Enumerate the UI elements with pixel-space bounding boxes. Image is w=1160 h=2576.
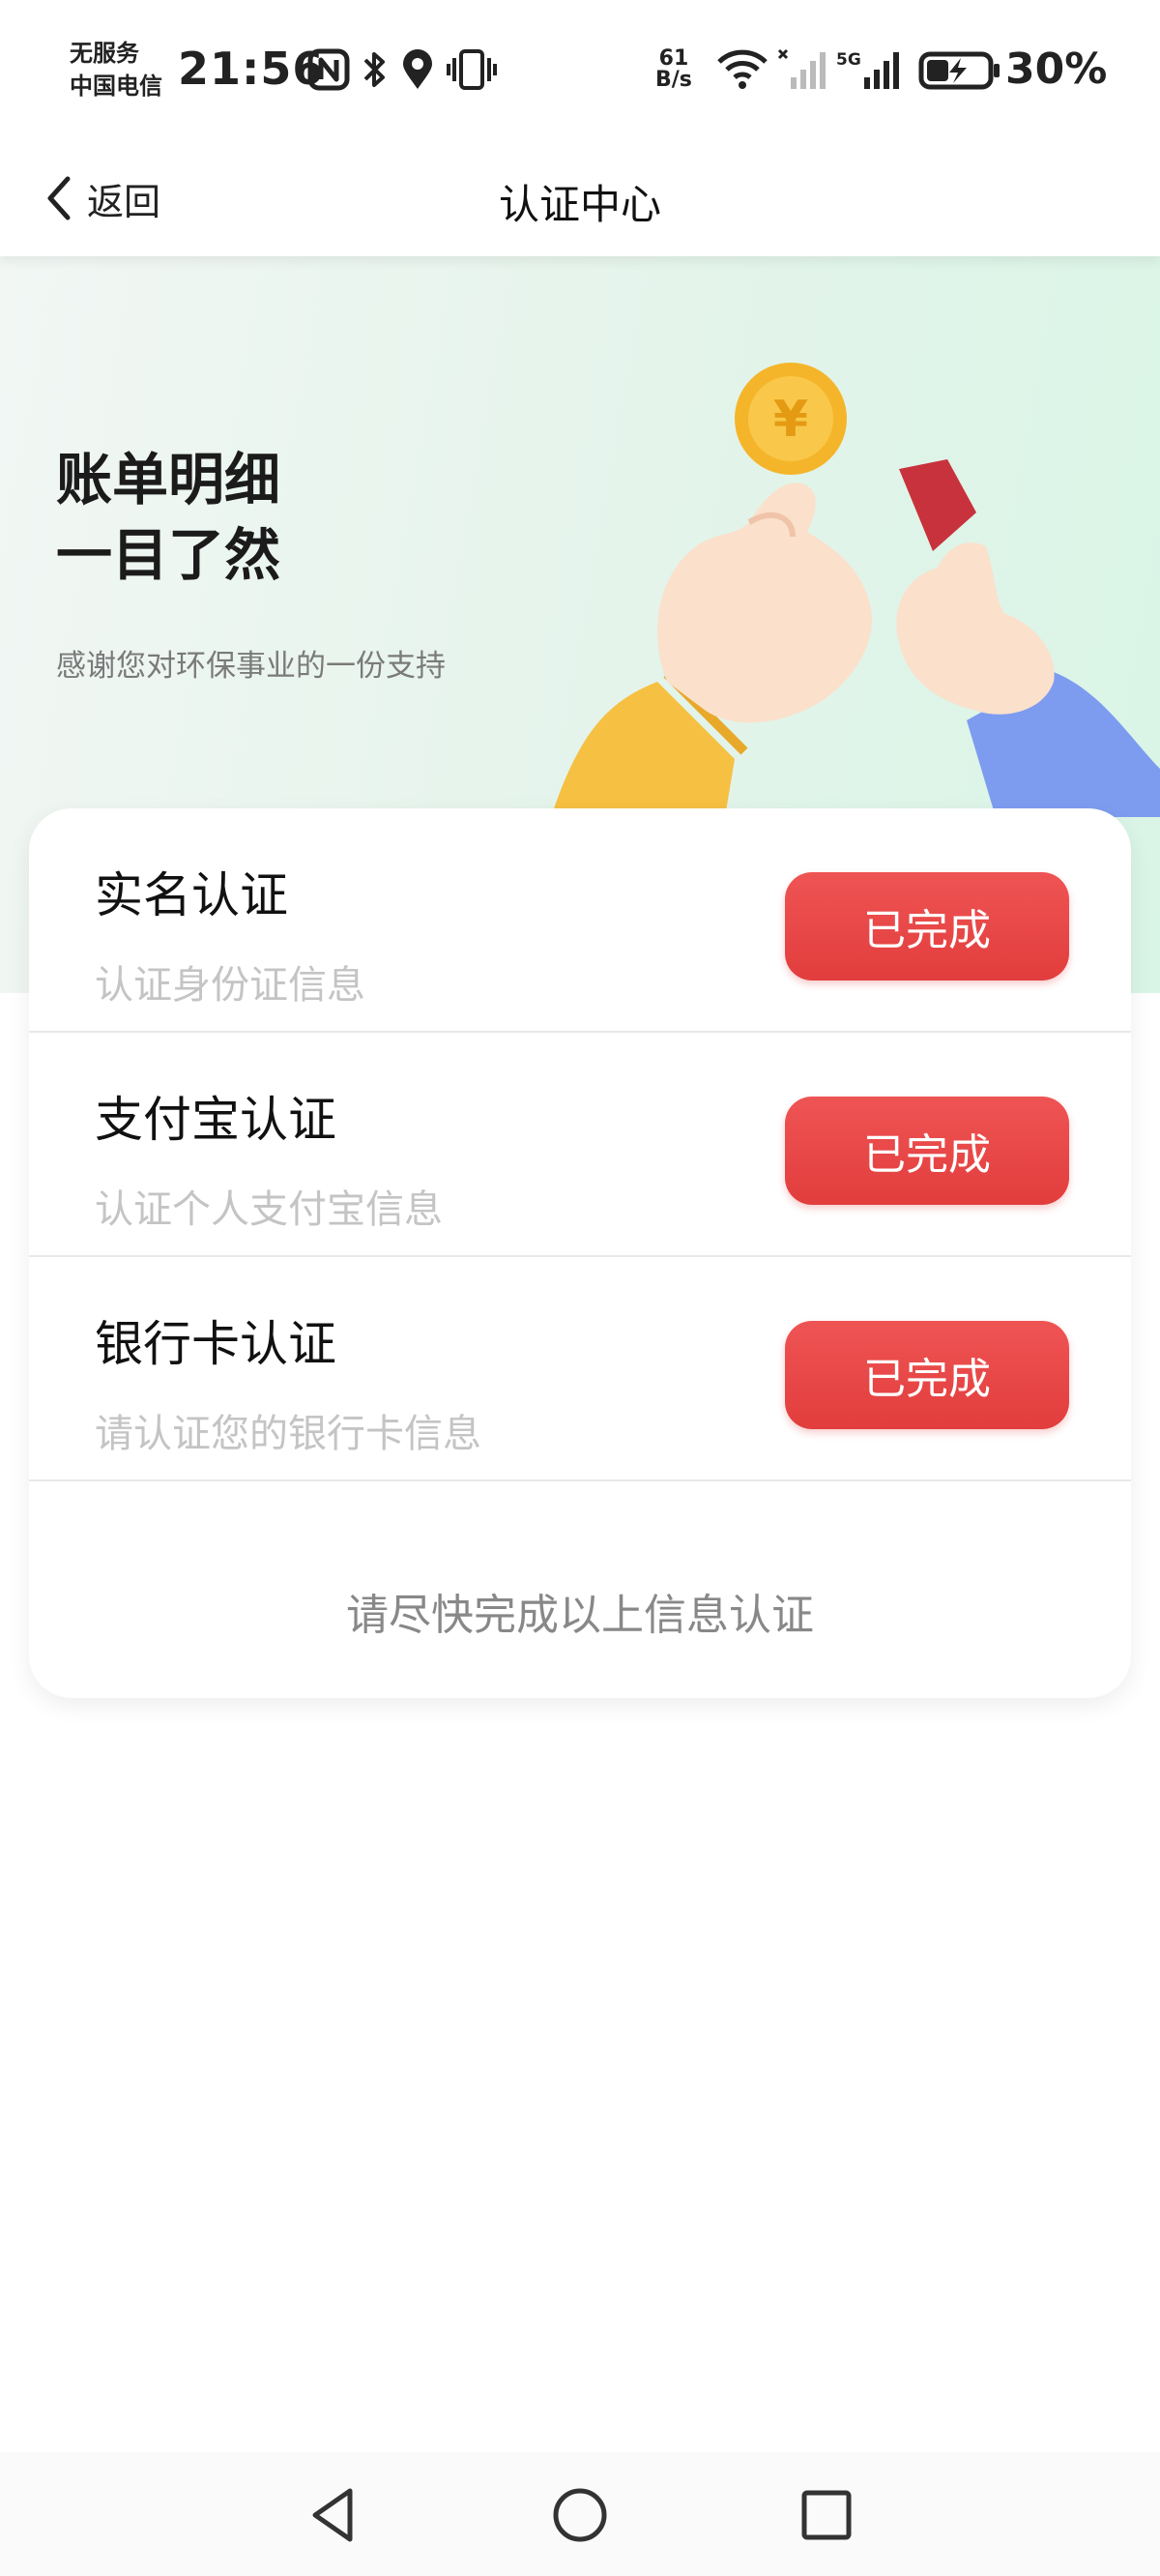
real-name-status-button[interactable]: 已完成 xyxy=(785,872,1069,981)
left-hand xyxy=(657,483,872,723)
nav-recents-icon[interactable] xyxy=(793,2481,860,2549)
banner-title: 账单明细 一目了然 xyxy=(56,442,539,593)
right-hand xyxy=(896,542,1055,715)
vibrate-icon xyxy=(447,49,497,90)
network-speed-unit: B/s xyxy=(655,68,692,92)
signal-5g-icon: 5G xyxy=(836,50,899,89)
signal-icon xyxy=(777,48,826,89)
verification-item-description: 认证个人支付宝信息 xyxy=(95,1187,443,1232)
verification-item-alipay: 支付宝认证 认证个人支付宝信息 已完成 xyxy=(29,1033,1131,1257)
alipay-status-button[interactable]: 已完成 xyxy=(785,1097,1069,1205)
network-speed-value: 61 xyxy=(658,46,689,71)
page-title: 认证中心 xyxy=(498,181,661,228)
coin-symbol: ¥ xyxy=(773,391,808,449)
nfc-icon xyxy=(307,48,350,91)
nav-home-icon[interactable] xyxy=(546,2481,614,2549)
bluetooth-icon xyxy=(363,52,385,87)
verification-item-title: 实名认证 xyxy=(95,867,288,923)
network-speed: 61 B/s xyxy=(655,48,692,91)
status-time: 21:56 xyxy=(178,43,325,95)
hands-coin-illustration: ¥ xyxy=(551,363,1160,817)
carrier-service-status: 无服务 xyxy=(70,40,139,67)
verification-item-real-name: 实名认证 认证身份证信息 已完成 xyxy=(29,808,1131,1033)
banner-title-line1: 账单明细 xyxy=(56,447,281,512)
nav-back-icon[interactable] xyxy=(300,2481,367,2549)
location-icon xyxy=(403,49,432,89)
network-type-label: 5G xyxy=(836,50,861,70)
bank-card-status-button[interactable]: 已完成 xyxy=(785,1321,1069,1429)
verification-item-title: 银行卡认证 xyxy=(95,1316,336,1372)
verification-item-bank-card: 银行卡认证 请认证您的银行卡信息 已完成 xyxy=(29,1257,1131,1481)
heart-piece-icon xyxy=(899,459,976,551)
system-nav-bar xyxy=(0,2452,1160,2576)
wifi-icon xyxy=(717,49,768,89)
verification-card: 实名认证 认证身份证信息 已完成 支付宝认证 认证个人支付宝信息 已完成 银行卡… xyxy=(29,808,1131,1698)
verification-item-description: 请认证您的银行卡信息 xyxy=(95,1412,481,1456)
status-bar: 无服务 中国电信 21:56 61 B/s 5G 30% xyxy=(0,0,1160,145)
battery-percent: 30% xyxy=(1005,44,1108,94)
banner-title-line2: 一目了然 xyxy=(56,522,281,588)
verification-footer-note: 请尽快完成以上信息认证 xyxy=(346,1591,814,1640)
verification-item-description: 认证身份证信息 xyxy=(95,963,365,1008)
banner-subtitle: 感谢您对环保事业的一份支持 xyxy=(56,649,446,684)
verification-item-title: 支付宝认证 xyxy=(95,1092,336,1148)
carrier-info: 无服务 中国电信 xyxy=(70,37,162,102)
battery-icon xyxy=(918,51,1000,90)
carrier-name: 中国电信 xyxy=(70,73,162,100)
top-nav-bar: 返回 认证中心 xyxy=(0,145,1160,256)
